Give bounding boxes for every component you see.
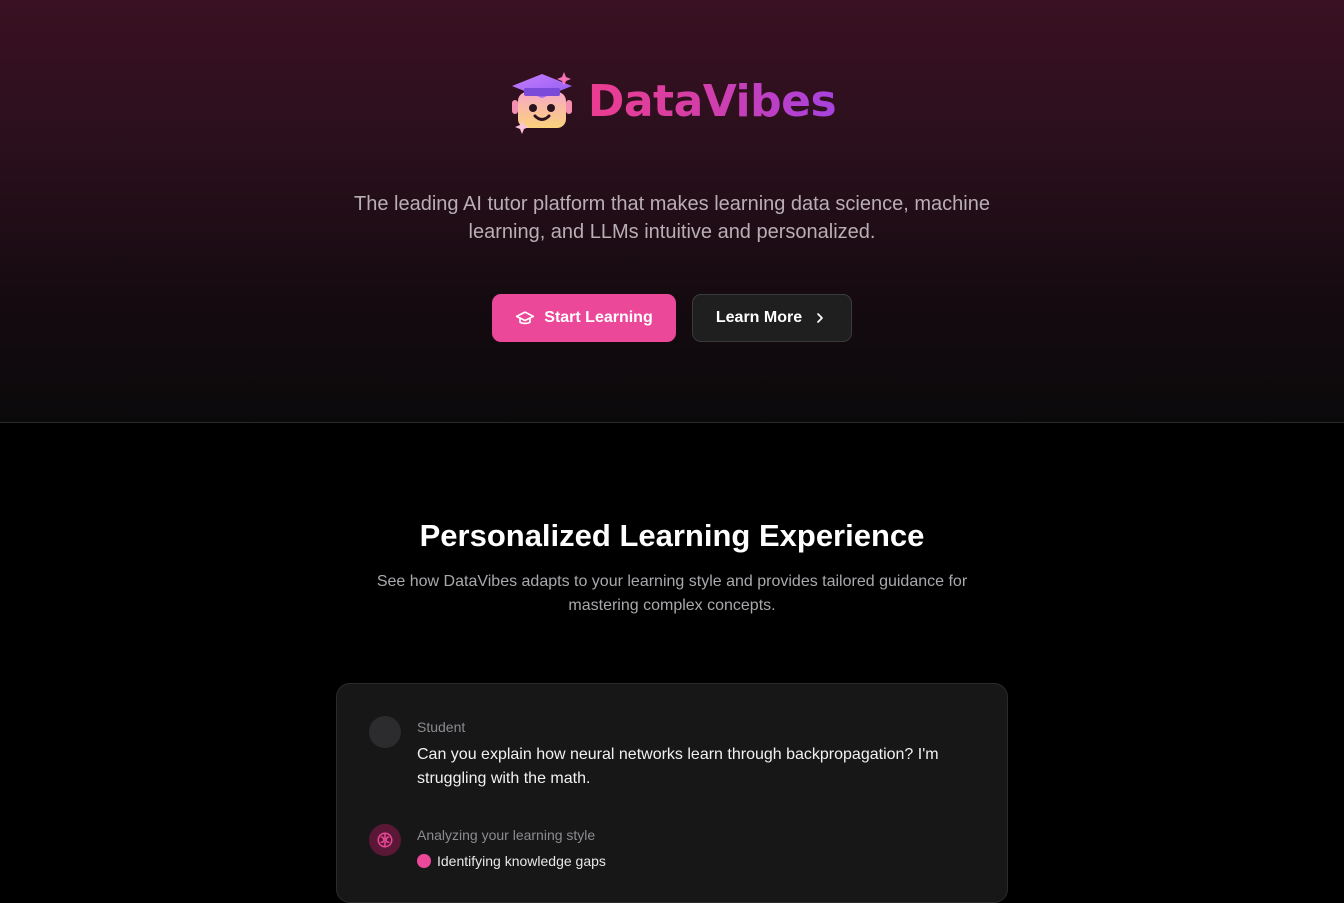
- student-role-label: Student: [417, 719, 466, 735]
- message-line: Can you explain how neural networks lear…: [417, 746, 939, 763]
- robot-graduation-cap-icon: [511, 72, 572, 134]
- start-learning-label: Start Learning: [544, 309, 653, 326]
- student-message: Student Can you explain how neural netwo…: [369, 716, 975, 791]
- ai-role-label: Analyzing your learning style: [417, 827, 596, 843]
- section-subtitle: See how DataVibes adapts to your learnin…: [0, 570, 1344, 618]
- ai-message: Analyzing your learning style Identifyin…: [369, 824, 975, 871]
- learn-more-button[interactable]: Learn More: [692, 294, 852, 342]
- message-line: struggling with the math.: [417, 770, 591, 787]
- hero-actions: Start Learning Learn More: [0, 294, 1344, 342]
- status-dot-icon: [417, 854, 431, 868]
- chat-demo-card: Student Can you explain how neural netwo…: [336, 683, 1008, 903]
- tagline-line: learning, and LLMs intuitive and persona…: [468, 221, 876, 243]
- brand-name: DataVibes: [588, 70, 837, 134]
- brand-logo[interactable]: DataVibes: [0, 70, 1344, 134]
- brain-icon: [377, 832, 393, 848]
- hero-tagline: The leading AI tutor platform that makes…: [0, 190, 1344, 246]
- start-learning-button[interactable]: Start Learning: [492, 294, 676, 342]
- ai-status: Identifying knowledge gaps: [417, 851, 975, 871]
- section-title: Personalized Learning Experience: [419, 518, 925, 553]
- subtitle-line: mastering complex concepts.: [568, 597, 776, 614]
- learn-more-label: Learn More: [715, 309, 803, 326]
- hero-section: DataVibes The leading AI tutor platform …: [0, 0, 1344, 423]
- student-message-text: Can you explain how neural networks lear…: [417, 743, 975, 791]
- subtitle-line: See how DataVibes adapts to your learnin…: [376, 573, 968, 590]
- chevron-right-icon: [817, 313, 823, 323]
- ai-avatar: [369, 824, 401, 856]
- graduation-cap-icon: [516, 311, 535, 325]
- ai-message-body: Analyzing your learning style Identifyin…: [417, 824, 975, 871]
- student-message-body: Student Can you explain how neural netwo…: [417, 716, 975, 791]
- ai-status-text: Identifying knowledge gaps: [437, 853, 606, 869]
- tagline-line: The leading AI tutor platform that makes…: [354, 193, 990, 215]
- student-avatar: [369, 716, 401, 748]
